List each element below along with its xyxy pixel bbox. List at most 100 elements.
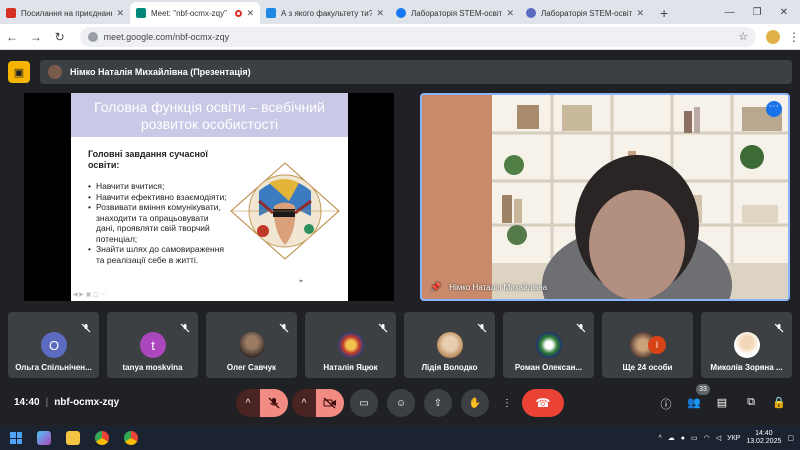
restore-icon[interactable]: ❐	[753, 7, 762, 18]
recording-icon	[235, 9, 243, 17]
participant-tile[interactable]: Миколів Зоряна ...	[701, 312, 792, 378]
presentation-stage: Головна функція освіти – всебічний розви…	[24, 93, 394, 301]
url-field[interactable]: meet.google.com/nbf-ocmx-zqy ☆	[79, 26, 757, 47]
cloud-icon[interactable]: ☁	[668, 434, 675, 442]
forward-icon[interactable]: →	[24, 30, 48, 44]
meeting-code: nbf-ocmx-zqy	[54, 397, 120, 408]
avatar: О	[41, 332, 67, 358]
host-controls-icon[interactable]: 🔒	[772, 396, 786, 409]
slide-nav-icons: ◀ ▶ ▣ ▢ ⋯	[73, 292, 107, 298]
close-icon[interactable]: ✕	[116, 8, 124, 19]
language-indicator[interactable]: УКР	[727, 435, 740, 442]
reload-icon[interactable]: ↻	[48, 30, 72, 44]
mic-off-icon	[279, 320, 289, 333]
avatar: t	[140, 332, 166, 358]
mic-toggle-button[interactable]	[260, 389, 288, 417]
volume-icon[interactable]: ◁	[716, 434, 721, 442]
pin-icon[interactable]: 📌	[430, 282, 441, 293]
stop-presenting-icon[interactable]: ▣	[8, 61, 30, 83]
speaker-name-label: 📌 Німко Наталія Михайлівна	[430, 282, 547, 293]
chat-icon[interactable]: ▤	[715, 396, 729, 409]
more-options-button[interactable]: ⋮	[495, 389, 519, 417]
slide-bullet: Розвивати вміння комунікувати, знаходити…	[88, 202, 228, 244]
participant-tile[interactable]: Наталія Яцюк	[305, 312, 396, 378]
file-explorer-icon[interactable]	[66, 431, 80, 445]
activities-icon[interactable]: ⧉	[744, 396, 758, 409]
presenter-pill[interactable]: Німко Наталія Михайлівна (Презентація)	[40, 60, 792, 84]
browser-tab[interactable]: Посилання на приєднанн ✕	[0, 2, 130, 24]
close-icon[interactable]: ✕	[246, 8, 254, 19]
camera-toggle-button[interactable]	[316, 389, 344, 417]
participant-tile[interactable]: Лідія Володко	[404, 312, 495, 378]
mic-off-icon	[576, 320, 586, 333]
notifications-icon[interactable]: ▢	[787, 434, 794, 442]
meeting-controls: 14:40 | nbf-ocmx-zqy ^ ^ ▭ ☺ ⇧ ✋ ⋮ ☎ ⓘ 👥…	[0, 384, 800, 422]
browser-menu-icon[interactable]: ⋮	[788, 30, 800, 44]
present-button[interactable]: ⇧	[424, 389, 452, 417]
wifi-icon[interactable]: ◠	[704, 434, 710, 442]
people-icon[interactable]: 👥	[687, 396, 701, 409]
chrome-icon[interactable]	[124, 431, 138, 445]
speaker-video: ⋯ 📌 Німко Наталія Михайлівна	[420, 93, 790, 301]
copilot-icon[interactable]	[37, 431, 51, 445]
address-bar: ← → ↻ meet.google.com/nbf-ocmx-zqy ☆ ⋮	[0, 24, 800, 50]
os-taskbar: ^ ☁ ● ▭ ◠ ◁ УКР 14:40 13.02.2025 ▢	[0, 426, 800, 450]
avatar-photo	[536, 332, 562, 358]
leave-call-button[interactable]: ☎	[522, 389, 564, 417]
participant-tile[interactable]: Олег Савчук	[206, 312, 297, 378]
display-icon[interactable]: ▭	[691, 434, 698, 442]
participant-name: Олег Савчук	[226, 363, 277, 372]
more-vert-icon: ⋮	[502, 397, 512, 409]
clock[interactable]: 14:40 13.02.2025	[746, 430, 781, 446]
participant-tile[interactable]: О Ольга Спільнічен...	[8, 312, 99, 378]
browser-tab-active[interactable]: Meet: "nbf-ocmx-zqy" ✕	[130, 2, 260, 24]
hand-icon: ✋	[468, 397, 482, 409]
facebook-icon	[396, 8, 406, 18]
chrome-icon[interactable]	[95, 431, 109, 445]
mic-icon[interactable]: ●	[681, 435, 685, 442]
mouse-cursor-icon: ⌖	[299, 278, 303, 285]
mic-options-button[interactable]: ^	[236, 389, 260, 417]
meeting-time: 14:40	[14, 397, 40, 408]
info-icon[interactable]: ⓘ	[659, 396, 673, 412]
mic-off-icon	[477, 320, 487, 333]
minimize-icon[interactable]: —	[725, 7, 735, 18]
forms-icon	[266, 8, 276, 18]
site-info-icon[interactable]	[87, 31, 98, 42]
browser-tab[interactable]: Лабораторія STEM-освіти ✕	[520, 2, 650, 24]
raise-hand-button[interactable]: ✋	[461, 389, 489, 417]
participant-name: Ольга Спільнічен...	[15, 363, 92, 372]
new-tab-button[interactable]: +	[650, 5, 678, 24]
profile-avatar[interactable]	[766, 29, 780, 44]
avatar-photo	[437, 332, 463, 358]
avatar: l	[648, 336, 666, 354]
close-icon[interactable]: ✕	[376, 8, 384, 19]
captions-button[interactable]: ▭	[350, 389, 378, 417]
reactions-button[interactable]: ☺	[387, 389, 415, 417]
close-window-icon[interactable]: ✕	[780, 7, 788, 18]
close-icon[interactable]: ✕	[636, 8, 644, 19]
windows-start-icon[interactable]	[10, 432, 22, 444]
slide: Головна функція освіти – всебічний розви…	[71, 93, 348, 301]
browser-tab[interactable]: Лабораторія STEM-освіти ✕	[390, 2, 520, 24]
camera-options-button[interactable]: ^	[292, 389, 316, 417]
slide-illustration	[230, 162, 340, 260]
mic-control: ^	[236, 389, 288, 417]
browser-tab[interactable]: А з якого факультету ти? Я ✕	[260, 2, 390, 24]
participant-tile[interactable]: t tanya moskvina	[107, 312, 198, 378]
participant-name: Роман Олексан...	[514, 363, 583, 372]
bookmark-star-icon[interactable]: ☆	[738, 30, 748, 43]
close-icon[interactable]: ✕	[506, 8, 514, 19]
separator: |	[45, 397, 49, 408]
slide-title: Головна функція освіти – всебічний розви…	[94, 99, 325, 132]
present-icon: ⇧	[433, 397, 443, 409]
participant-tile-overflow[interactable]: l Ще 24 особи	[602, 312, 693, 378]
participant-name: Лідія Володко	[421, 363, 478, 372]
more-options-icon[interactable]: ⋯	[766, 101, 782, 117]
participant-tile[interactable]: Роман Олексан...	[503, 312, 594, 378]
meet-icon	[136, 8, 146, 18]
chevron-up-icon[interactable]: ^	[658, 435, 661, 442]
back-icon[interactable]: ←	[0, 30, 24, 44]
avatar	[48, 65, 62, 79]
participant-name: tanya moskvina	[122, 363, 183, 372]
